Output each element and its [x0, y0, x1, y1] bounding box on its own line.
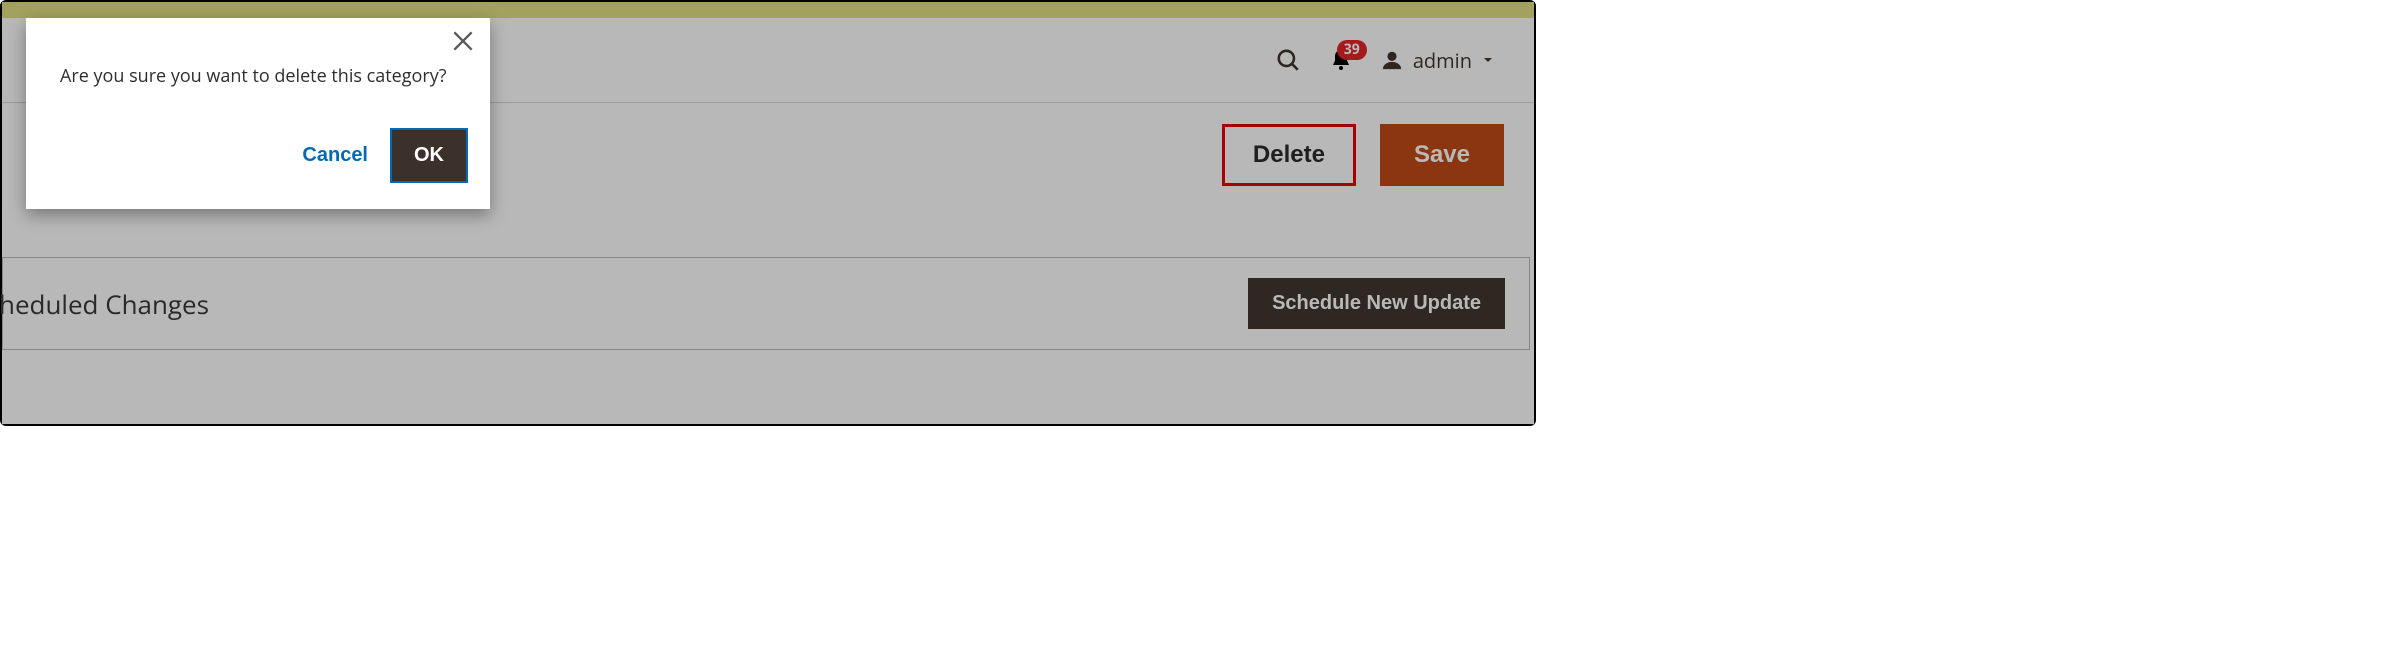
close-icon[interactable] — [450, 28, 476, 54]
cancel-button[interactable]: Cancel — [302, 144, 368, 167]
ok-button[interactable]: OK — [392, 130, 466, 181]
message-bar-strip — [2, 2, 1534, 18]
dialog-actions: Cancel OK — [60, 130, 466, 181]
confirm-dialog: Are you sure you want to delete this cat… — [26, 18, 490, 209]
dialog-message: Are you sure you want to delete this cat… — [60, 64, 466, 88]
